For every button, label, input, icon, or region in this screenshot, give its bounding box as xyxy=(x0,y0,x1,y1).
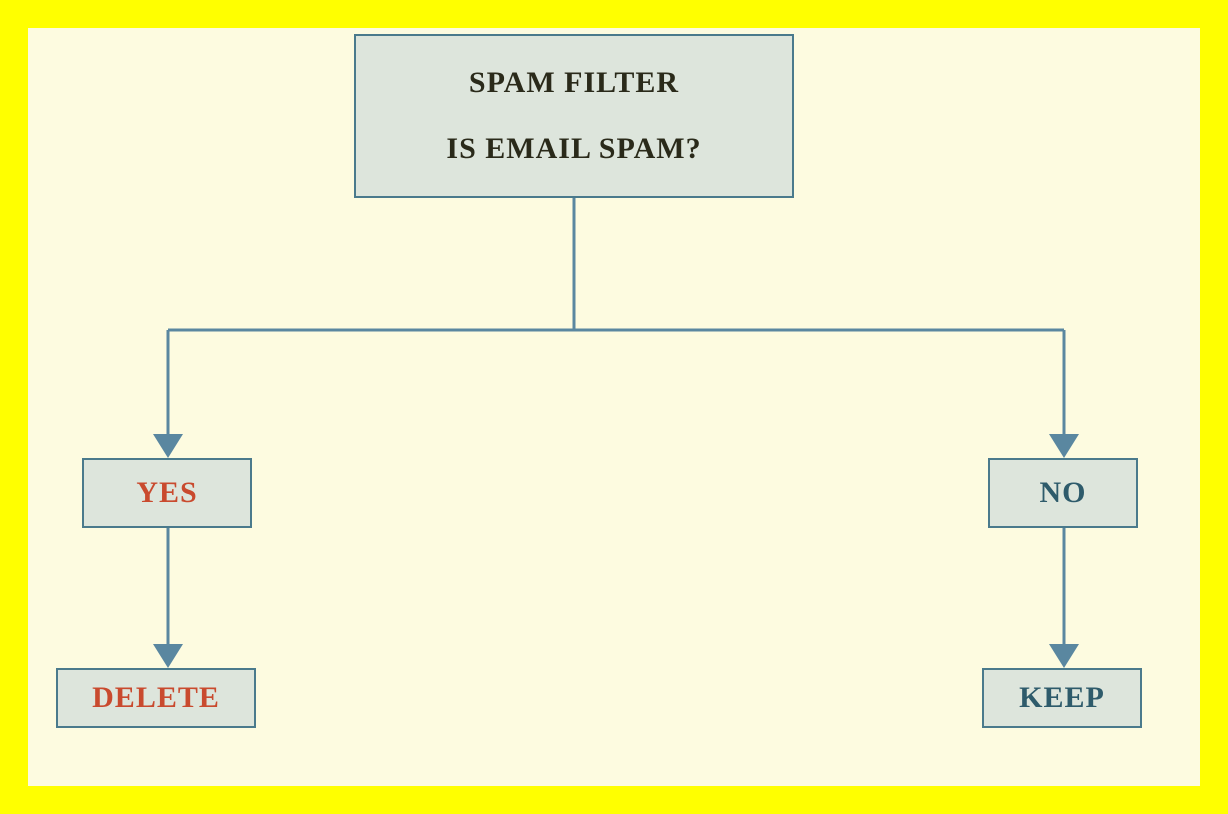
branch-yes-node: YES xyxy=(82,458,252,528)
action-keep-label: KEEP xyxy=(1019,681,1105,715)
branch-yes-label: YES xyxy=(136,476,197,510)
root-title: SPAM FILTER xyxy=(469,66,679,100)
root-node: SPAM FILTER IS EMAIL SPAM? xyxy=(354,34,794,198)
branch-no-node: NO xyxy=(988,458,1138,528)
action-delete-node: DELETE xyxy=(56,668,256,728)
root-question: IS EMAIL SPAM? xyxy=(446,132,701,166)
action-delete-label: DELETE xyxy=(92,681,220,715)
flowchart-canvas: SPAM FILTER IS EMAIL SPAM? YES NO DELETE… xyxy=(28,28,1200,786)
action-keep-node: KEEP xyxy=(982,668,1142,728)
branch-no-label: NO xyxy=(1040,476,1087,510)
